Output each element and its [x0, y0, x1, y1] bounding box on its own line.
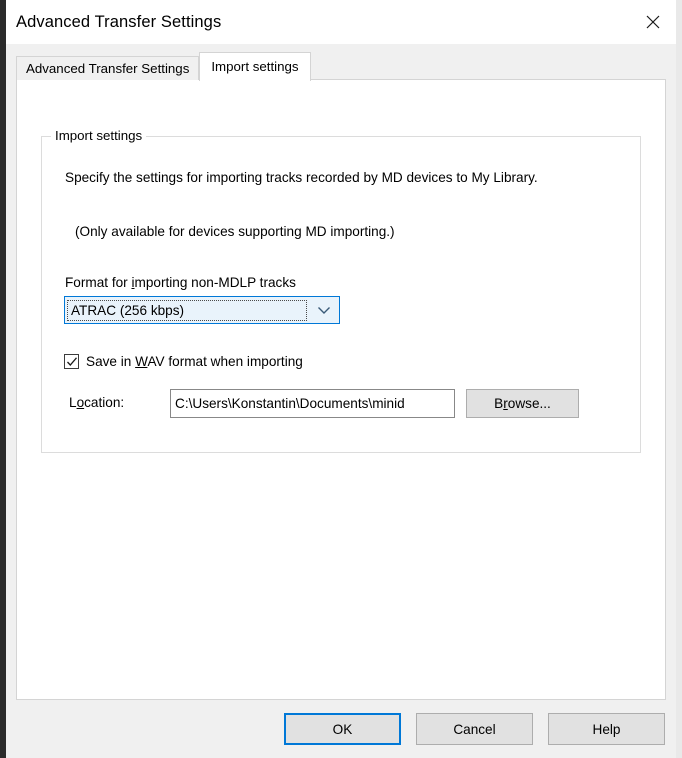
- cancel-button[interactable]: Cancel: [416, 713, 533, 745]
- checkmark-icon: [66, 356, 77, 366]
- window-title: Advanced Transfer Settings: [16, 12, 222, 31]
- location-label: Location:: [69, 395, 124, 410]
- groupbox-legend: Import settings: [51, 128, 147, 143]
- advanced-transfer-settings-dialog: Advanced Transfer Settings Advanced Tran…: [6, 0, 676, 758]
- browse-label: Browse...: [494, 396, 551, 411]
- save-wav-label-accel: W: [135, 354, 148, 369]
- cancel-label: Cancel: [453, 721, 496, 737]
- description-line-1: Specify the settings for importing track…: [65, 170, 538, 185]
- ok-label: OK: [332, 721, 353, 737]
- close-button[interactable]: [629, 0, 676, 44]
- tab-label: Import settings: [211, 59, 299, 74]
- dialog-footer: OK Cancel Help: [6, 700, 676, 758]
- save-wav-label-pre: Save in: [86, 354, 136, 369]
- location-label-post: cation:: [84, 395, 125, 410]
- location-label-pre: L: [69, 395, 77, 410]
- close-icon: [645, 14, 661, 30]
- dialog-body: Advanced Transfer Settings Import settin…: [6, 44, 676, 758]
- title-bar: Advanced Transfer Settings: [6, 0, 676, 44]
- help-button[interactable]: Help: [548, 713, 665, 745]
- tab-page-import-settings: Import settings Specify the settings for…: [16, 79, 666, 700]
- combobox-selected-value: ATRAC (256 kbps): [67, 299, 307, 321]
- import-settings-groupbox: Import settings Specify the settings for…: [41, 128, 641, 453]
- tab-strip: Advanced Transfer Settings Import settin…: [16, 52, 666, 81]
- save-wav-label-post: AV format when importing: [147, 354, 303, 369]
- location-label-accel: o: [76, 395, 85, 410]
- chevron-down-icon[interactable]: [309, 297, 339, 323]
- tab-advanced-transfer-settings[interactable]: Advanced Transfer Settings: [16, 56, 200, 80]
- help-label: Help: [592, 721, 621, 737]
- format-combobox[interactable]: ATRAC (256 kbps): [64, 296, 340, 324]
- description-line-2: (Only available for devices supporting M…: [75, 224, 395, 239]
- combobox-text-area: ATRAC (256 kbps): [65, 297, 309, 323]
- tab-label: Advanced Transfer Settings: [26, 61, 190, 76]
- format-label-pre: Format for: [65, 275, 132, 290]
- location-input[interactable]: C:\Users\Konstantin\Documents\minid: [170, 389, 455, 418]
- save-wav-checkbox-row[interactable]: Save in WAV format when importing: [64, 354, 303, 369]
- save-wav-label: Save in WAV format when importing: [86, 354, 303, 369]
- ok-button[interactable]: OK: [284, 713, 401, 745]
- format-label: Format for importing non-MDLP tracks: [65, 275, 296, 290]
- tab-import-settings[interactable]: Import settings: [199, 52, 311, 81]
- save-wav-checkbox[interactable]: [64, 354, 79, 369]
- format-label-post: mporting non-MDLP tracks: [134, 275, 296, 290]
- browse-button[interactable]: Browse...: [466, 389, 579, 418]
